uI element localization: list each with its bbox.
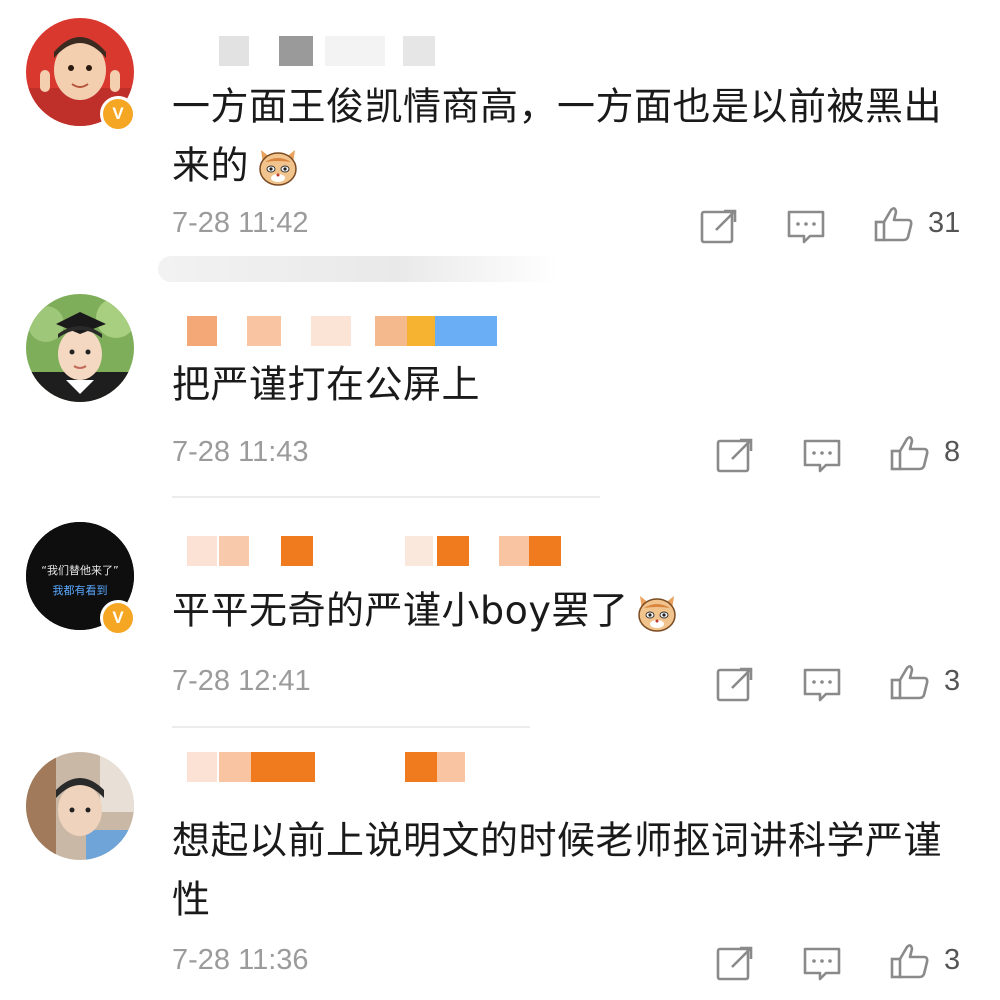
share-icon[interactable]	[696, 204, 740, 248]
comment-item: 把严谨打在公屏上 7-28 11:43 8	[0, 270, 1000, 500]
comment-timestamp: 7-28 12:41	[172, 665, 311, 697]
comment-icon[interactable]	[800, 433, 844, 477]
comment-item: 想起以前上说明文的时候老师抠词讲科学严谨性 7-28 11:36 3	[0, 730, 1000, 1000]
comment-icon[interactable]	[784, 204, 828, 248]
comment-timestamp: 7-28 11:36	[172, 944, 309, 976]
username-redacted[interactable]	[175, 316, 505, 346]
share-icon[interactable]	[712, 433, 756, 477]
avatar[interactable]	[26, 294, 134, 402]
username-redacted[interactable]	[175, 752, 495, 782]
cat-face-emoji	[259, 150, 297, 186]
username-redacted[interactable]	[175, 536, 575, 566]
thumbs-up-icon[interactable]	[888, 939, 932, 983]
verified-badge: V	[100, 600, 136, 636]
comment-text: 想起以前上说明文的时候老师抠词讲科学严谨性	[172, 810, 972, 927]
comment-text: 平平无奇的严谨小boy罢了	[172, 580, 972, 639]
avatar-caption-line2: 我都有看到	[53, 583, 108, 597]
comment-text: 把严谨打在公屏上	[172, 354, 972, 413]
like-count: 3	[944, 665, 961, 697]
comment-item: V 一方面王俊凯情商高，一方面也是以前被黑出来的 7-28 11:42 31	[0, 0, 1000, 282]
like-count: 8	[944, 436, 961, 468]
thumbs-up-icon[interactable]	[872, 202, 916, 246]
share-icon[interactable]	[712, 662, 756, 706]
avatar-caption-line1: “我们替他来了”	[41, 563, 118, 577]
thumbs-up-icon[interactable]	[888, 431, 932, 475]
comment-icon[interactable]	[800, 941, 844, 985]
comment-text: 一方面王俊凯情商高，一方面也是以前被黑出来的	[172, 76, 972, 193]
avatar[interactable]	[26, 752, 134, 860]
like-count: 3	[944, 944, 961, 976]
comment-timestamp: 7-28 11:43	[172, 436, 309, 468]
username-redacted[interactable]	[175, 36, 455, 66]
share-icon[interactable]	[712, 941, 756, 985]
comment-text-content: 想起以前上说明文的时候老师抠词讲科学严谨性	[172, 818, 943, 922]
comment-icon[interactable]	[800, 662, 844, 706]
like-count: 31	[928, 207, 961, 239]
comment-item: “我们替他来了” 我都有看到 V 平平无奇的严谨小boy罢了 7-28 12:4…	[0, 500, 1000, 730]
comment-timestamp: 7-28 11:42	[172, 207, 309, 239]
divider-line	[172, 726, 530, 728]
cat-face-emoji	[638, 595, 677, 632]
comment-text-content: 把严谨打在公屏上	[172, 362, 481, 407]
thumbs-up-icon[interactable]	[888, 660, 932, 704]
divider-line	[172, 496, 600, 498]
verified-badge: V	[100, 96, 136, 132]
comment-text-content: 平平无奇的严谨小boy罢了	[172, 588, 629, 633]
